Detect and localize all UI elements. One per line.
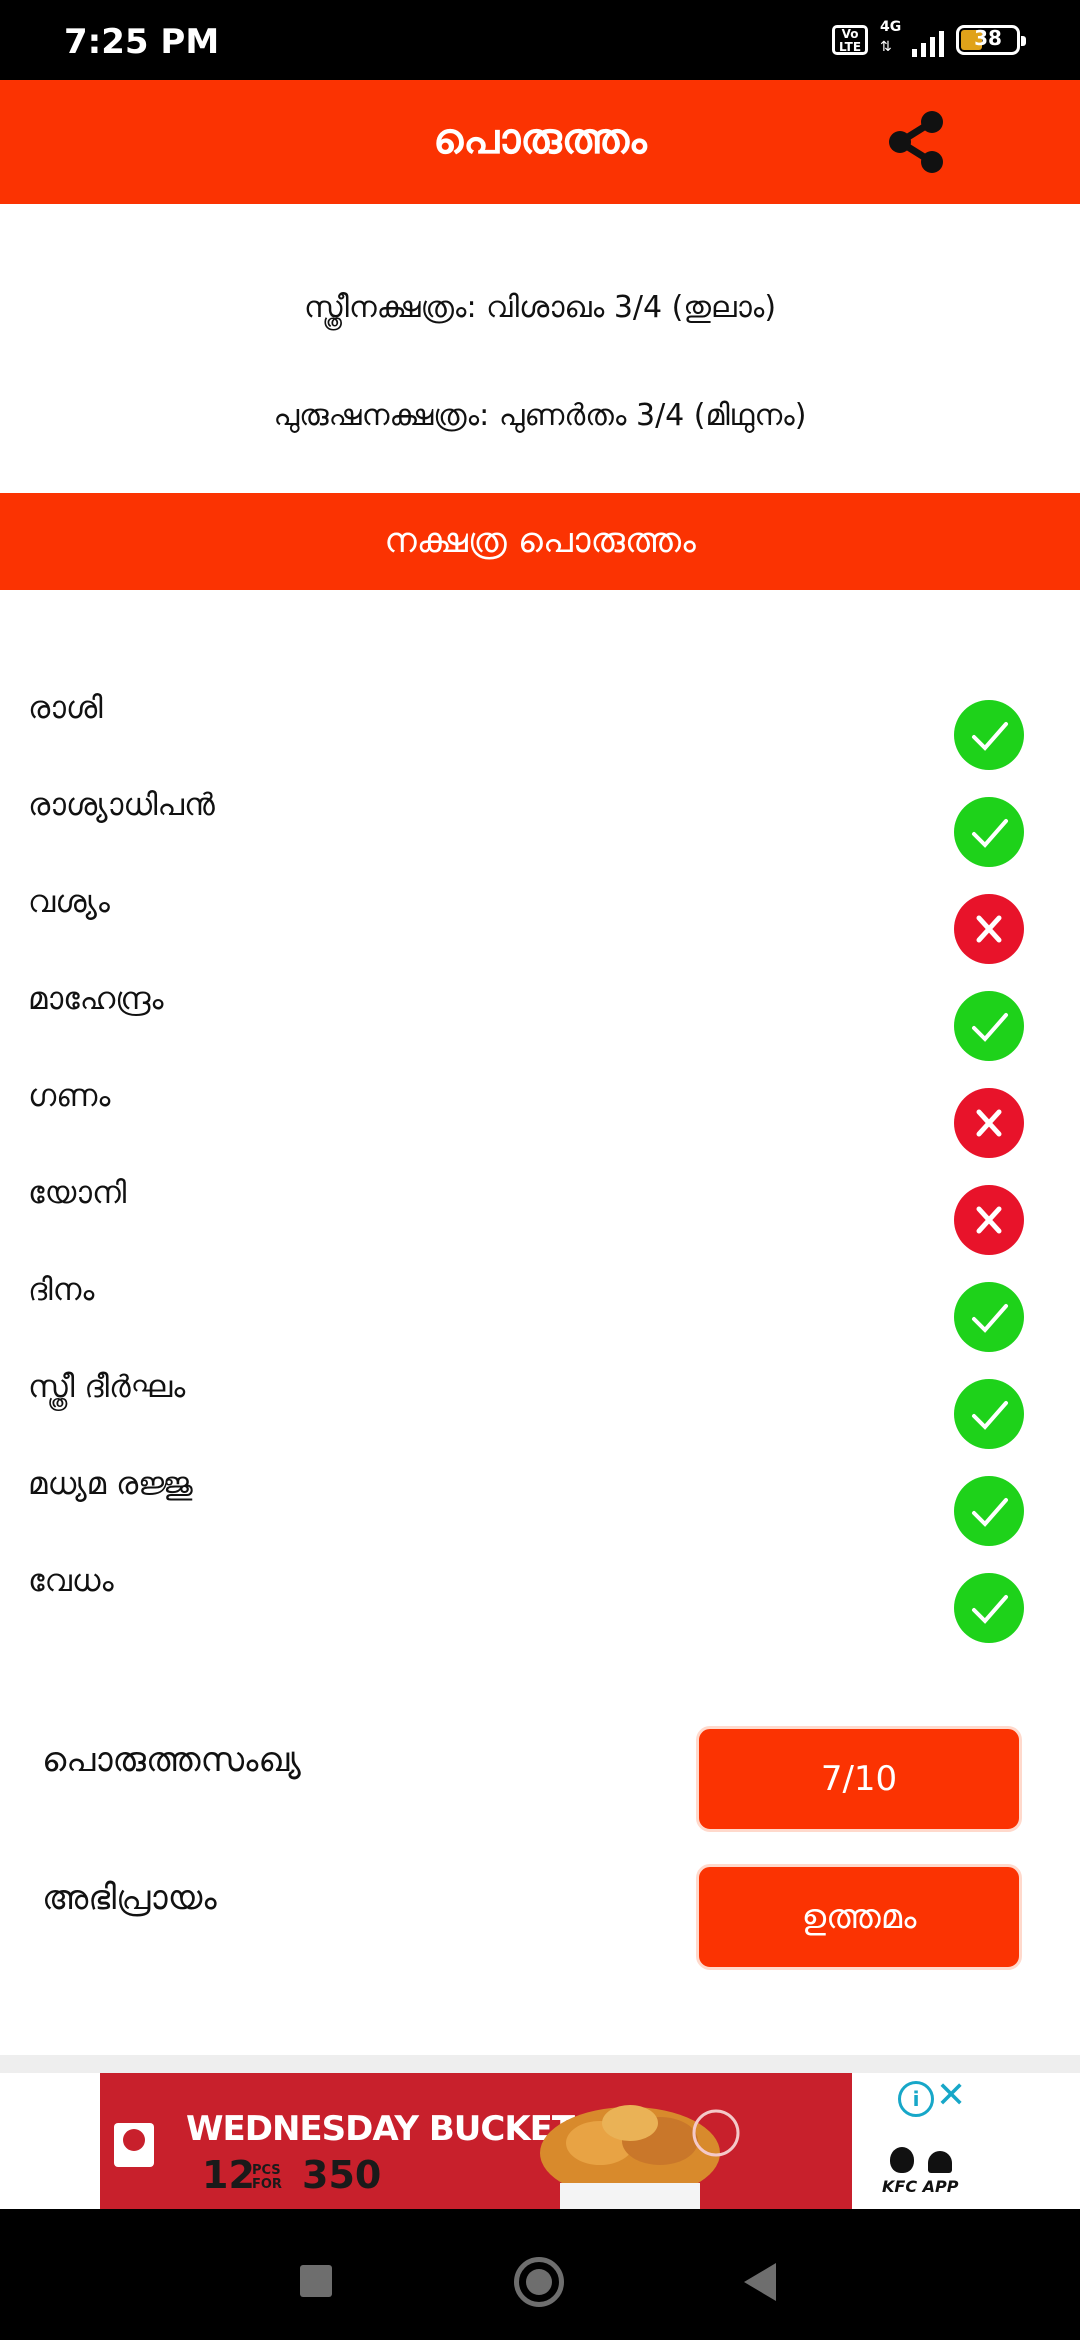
- ad-container: WEDNESDAY BUCKET 12 PCS FOR 350 i ✕ KFC A…: [0, 2073, 1080, 2209]
- chicken-bucket-icon: [540, 2105, 740, 2209]
- porutham-row: വശ്യം: [0, 874, 1080, 964]
- porutham-row: മധ്യമ രജ്ജു: [0, 1456, 1080, 1546]
- ad-banner[interactable]: WEDNESDAY BUCKET 12 PCS FOR 350: [100, 2073, 852, 2209]
- signal-icon: 4G ⇅: [880, 19, 944, 57]
- battery-icon: 38: [956, 25, 1026, 55]
- ad-app-label: KFC APP: [882, 2177, 959, 2196]
- apple-icon: [890, 2147, 914, 2173]
- ad-count-unit: PCS FOR: [252, 2162, 282, 2192]
- match-count-label: പൊരുത്തസംഖ്യ: [42, 1740, 301, 1780]
- porutham-row: ദിനം: [0, 1262, 1080, 1352]
- check-icon: [954, 991, 1024, 1061]
- ad-count: 12: [202, 2153, 255, 2197]
- status-icons: Vo LTE 4G ⇅ 38: [832, 19, 1026, 60]
- check-icon: [954, 1573, 1024, 1643]
- ad-controls: i ✕ KFC APP: [880, 2073, 1080, 2209]
- check-icon: [954, 1476, 1024, 1546]
- share-icon[interactable]: [880, 106, 952, 178]
- check-icon: [954, 700, 1024, 770]
- recents-button[interactable]: [300, 2265, 332, 2297]
- match-count-box: 7/10: [696, 1726, 1022, 1832]
- ad-close-icon[interactable]: ✕: [936, 2075, 966, 2116]
- section-header: നക്ഷത്ര പൊരുത്തം: [0, 493, 1080, 590]
- porutham-row: യോനി: [0, 1165, 1080, 1255]
- porutham-label: വേധം: [28, 1563, 114, 1599]
- ad-price: 350: [302, 2153, 382, 2197]
- android-icon: [928, 2151, 952, 2173]
- porutham-row: രാശി: [0, 680, 1080, 770]
- porutham-row: സ്ത്രീ ദീർഘം: [0, 1359, 1080, 1449]
- porutham-label: രാശ്യാധിപൻ: [28, 787, 215, 823]
- porutham-row: രാശ്യാധിപൻ: [0, 777, 1080, 867]
- ad-headline: WEDNESDAY BUCKET: [186, 2109, 575, 2149]
- porutham-row: ഗണം: [0, 1068, 1080, 1158]
- porutham-label: രാശി: [28, 690, 103, 726]
- status-bar: 7:25 PM Vo LTE 4G ⇅ 38: [0, 0, 1080, 80]
- back-button[interactable]: [744, 2263, 776, 2301]
- app-bar: പൊരുത്തം: [0, 80, 1080, 204]
- navigation-bar: [0, 2209, 1080, 2340]
- male-star-info: പുരുഷനക്ഷത്രം: പുണർതം 3/4 (മിഥുനം): [273, 398, 807, 433]
- cross-icon: [954, 1088, 1024, 1158]
- female-star-info: സ്ത്രീനക്ഷത്രം: വിശാഖം 3/4 (തുലാം): [303, 290, 777, 325]
- home-button[interactable]: [514, 2257, 564, 2307]
- porutham-label: ദിനം: [28, 1272, 95, 1308]
- check-icon: [954, 1282, 1024, 1352]
- check-icon: [954, 797, 1024, 867]
- cross-icon: [954, 1185, 1024, 1255]
- ad-info-icon[interactable]: i: [898, 2081, 934, 2117]
- porutham-label: യോനി: [28, 1175, 127, 1211]
- ad-divider: [0, 2055, 1080, 2073]
- kfc-logo-icon: [114, 2123, 154, 2167]
- porutham-row: വേധം: [0, 1553, 1080, 1643]
- status-time: 7:25 PM: [64, 22, 220, 62]
- opinion-box: ഉത്തമം: [696, 1864, 1022, 1970]
- cross-icon: [954, 894, 1024, 964]
- porutham-label: ഗണം: [28, 1078, 111, 1114]
- ad-offer: 12 PCS FOR 350: [202, 2153, 382, 2197]
- porutham-label: സ്ത്രീ ദീർഘം: [28, 1369, 186, 1405]
- volte-icon: Vo LTE: [832, 25, 868, 55]
- porutham-label: മാഹേന്ദ്രം: [28, 981, 164, 1017]
- porutham-label: വശ്യം: [28, 884, 110, 920]
- check-icon: [954, 1379, 1024, 1449]
- porutham-row: മാഹേന്ദ്രം: [0, 971, 1080, 1061]
- battery-level: 38: [974, 26, 1002, 50]
- porutham-label: മധ്യമ രജ്ജു: [28, 1466, 193, 1502]
- opinion-label: അഭിപ്രായം: [42, 1878, 217, 1918]
- network-type: 4G: [880, 19, 902, 35]
